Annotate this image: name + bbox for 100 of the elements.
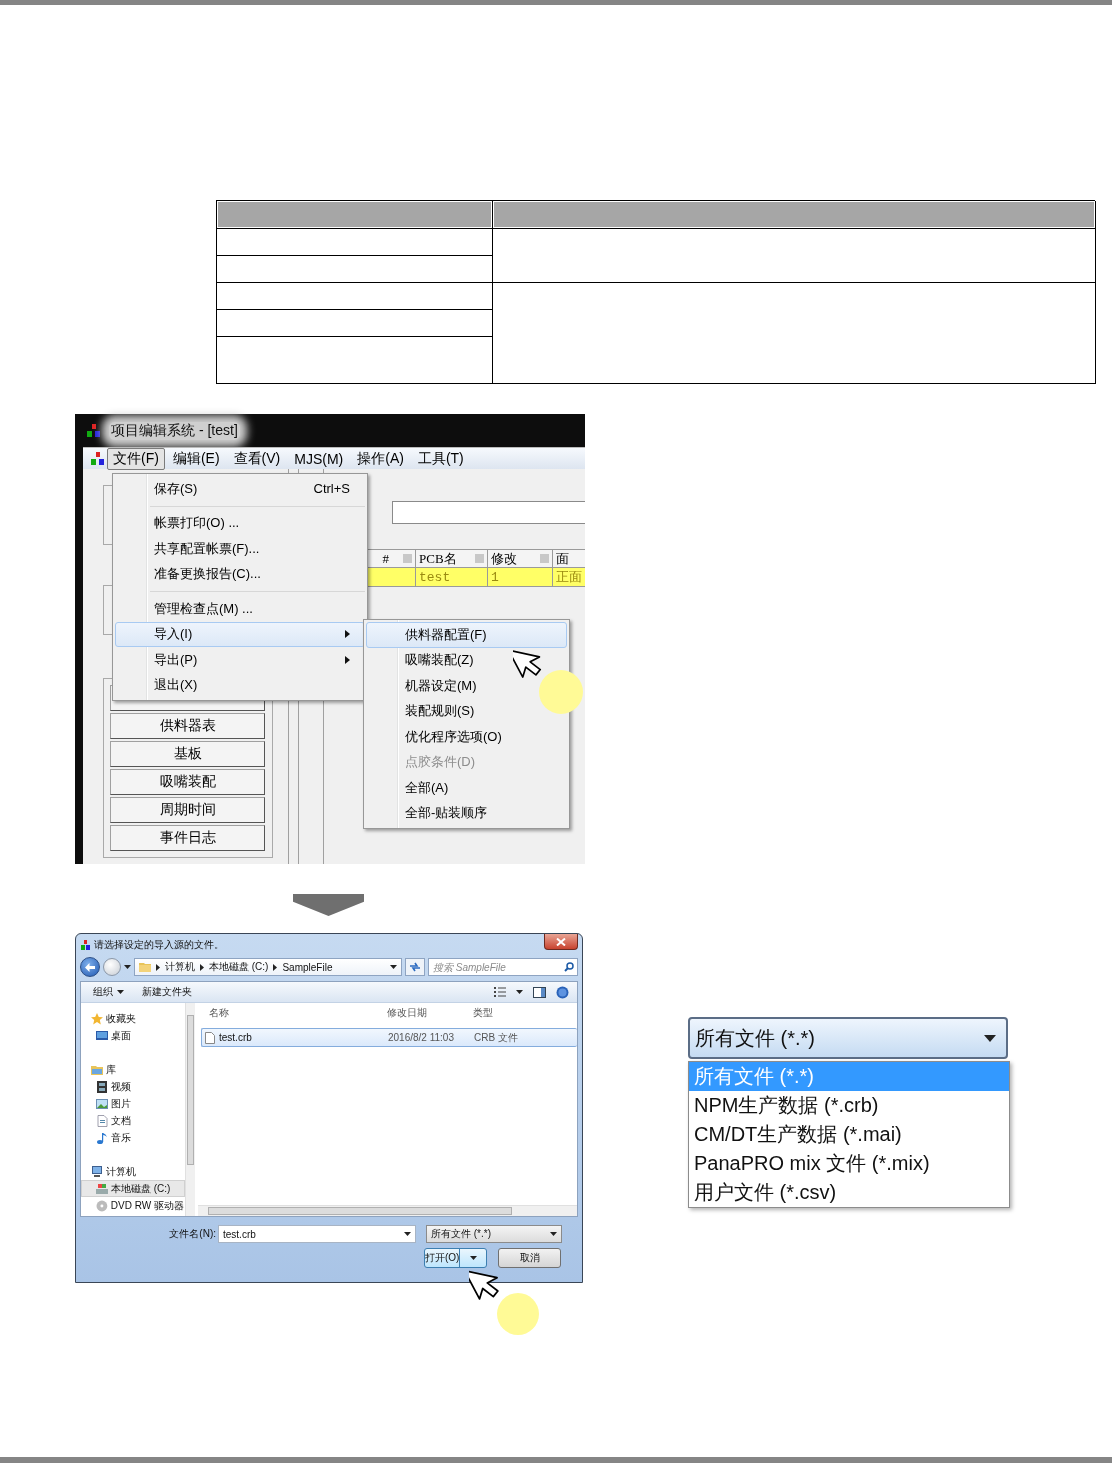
input-field[interactable] xyxy=(392,501,585,524)
breadcrumb-item[interactable]: 计算机 xyxy=(165,960,195,974)
table-cell: CRB 文件 xyxy=(474,1030,518,1045)
menu-item[interactable]: 导入(I) xyxy=(115,621,365,647)
menu-bar-item[interactable]: 文件(F) xyxy=(107,447,165,470)
menu-bar-item[interactable]: MJS(M) xyxy=(288,448,350,469)
nav-item[interactable]: 音乐 xyxy=(81,1129,185,1146)
toolbar-button[interactable]: 新建文件夹 xyxy=(138,984,196,1000)
side-button[interactable]: 周期时间 xyxy=(110,797,265,823)
refresh-button[interactable] xyxy=(405,958,425,976)
app-icon xyxy=(91,451,105,466)
column-header[interactable]: 修改日期 xyxy=(387,1006,473,1020)
address-bar[interactable]: 计算机 本地磁盘 (C:) SampleFile xyxy=(134,958,402,976)
file-icon xyxy=(205,1031,215,1044)
close-button[interactable] xyxy=(544,934,578,950)
toolbar-button[interactable]: 组织 xyxy=(89,984,128,1000)
menu-item[interactable]: 保存(S) Ctrl+S xyxy=(115,476,365,502)
help-icon xyxy=(556,985,569,999)
dropdown-option[interactable]: 用户文件 (*.csv) xyxy=(689,1178,1009,1207)
side-button[interactable]: 基板 xyxy=(110,741,265,767)
nav-header[interactable]: 收藏夹 xyxy=(81,1010,185,1027)
column-header[interactable]: 类型 xyxy=(473,1006,563,1020)
dropdown-option[interactable]: CM/DT生产数据 (*.mai) xyxy=(689,1120,1009,1149)
square-icon xyxy=(403,554,412,563)
file-row[interactable]: test.crb 2016/8/2 11:03 CRB 文件 xyxy=(201,1028,577,1047)
breadcrumb-item[interactable]: SampleFile xyxy=(282,961,333,973)
table-cell: 1 xyxy=(488,568,553,587)
menu-item[interactable]: 管理检查点(M) ... xyxy=(115,596,365,622)
filter-dropdown[interactable]: 所有文件 (*.*) xyxy=(426,1225,562,1243)
nav-header[interactable]: 库 xyxy=(81,1061,185,1078)
side-button[interactable]: 供料器表 xyxy=(110,713,265,739)
column-header[interactable]: 面 xyxy=(553,549,585,568)
menu-bar-item[interactable]: 编辑(E) xyxy=(166,447,226,470)
dropdown-option[interactable]: PanaPRO mix 文件 (*.mix) xyxy=(689,1149,1009,1178)
dialog-title: 请选择设定的导入源的文件。 xyxy=(94,937,224,952)
menu-item[interactable]: 供料器配置(F) xyxy=(366,622,567,648)
disc-icon xyxy=(96,1199,108,1212)
search-field[interactable]: 搜索 SampleFile xyxy=(428,958,578,976)
nav-item[interactable]: DVD RW 驱动器 xyxy=(81,1197,185,1214)
file-name-field[interactable]: test.crb xyxy=(218,1225,416,1243)
nav-item[interactable]: 视频 xyxy=(81,1078,185,1095)
table-cell: 2016/8/2 11:03 xyxy=(388,1032,454,1043)
folder-icon xyxy=(139,961,151,973)
close-icon xyxy=(556,937,566,946)
nav-item[interactable]: 本地磁盘 (C:) xyxy=(81,1180,185,1197)
desktop-icon xyxy=(96,1029,108,1042)
music-note-icon xyxy=(96,1131,108,1144)
menu-bar-item[interactable]: 查看(V) xyxy=(227,447,287,470)
submenu-arrow-icon xyxy=(345,655,350,664)
nav-header[interactable]: 计算机 xyxy=(81,1163,185,1180)
callout-marker xyxy=(497,1293,539,1335)
star-icon xyxy=(91,1012,103,1025)
field-label: 文件名(N): xyxy=(168,1227,217,1241)
app-icon xyxy=(87,423,101,438)
side-button[interactable]: 事件日志 xyxy=(110,825,265,851)
nav-item[interactable]: 桌面 xyxy=(81,1027,185,1044)
chevron-icon xyxy=(156,963,160,971)
nav-item[interactable]: 文档 xyxy=(81,1112,185,1129)
caret-icon xyxy=(404,1232,411,1236)
menu-item[interactable]: 吸嘴装配(Z) xyxy=(366,647,567,673)
list-view-icon xyxy=(494,987,506,997)
back-button[interactable] xyxy=(80,957,100,977)
nav-item[interactable]: 图片 xyxy=(81,1095,185,1112)
chevron-icon xyxy=(200,963,204,971)
menu-item[interactable]: 导出(P) xyxy=(115,647,365,673)
side-button[interactable]: 吸嘴装配 xyxy=(110,769,265,795)
app-icon xyxy=(81,939,90,950)
table-cell: 正面 xyxy=(553,568,585,587)
square-icon xyxy=(475,554,484,563)
menu-item[interactable]: 优化程序选项(O) xyxy=(366,724,567,750)
table-cell: test xyxy=(416,568,488,587)
scrollbar[interactable] xyxy=(198,1205,577,1216)
square-icon xyxy=(540,554,549,563)
scrollbar[interactable] xyxy=(185,1003,195,1216)
drive-icon xyxy=(96,1182,108,1195)
refresh-icon xyxy=(409,962,421,972)
dropdown-option[interactable]: NPM生产数据 (*.crb) xyxy=(689,1091,1009,1120)
window-title: 项目编辑系统 - [test] xyxy=(109,421,240,440)
column-header[interactable]: 名称 xyxy=(195,1006,387,1020)
menu-item[interactable]: 全部-贴装顺序 xyxy=(366,800,567,826)
caret-icon xyxy=(984,1034,996,1042)
menu-bar-item[interactable]: 操作(A) xyxy=(351,447,410,470)
document-icon xyxy=(96,1114,108,1127)
back-arrow-icon xyxy=(85,962,95,972)
preview-pane-icon xyxy=(533,986,546,998)
filter-dropdown[interactable]: 所有文件 (*.*) xyxy=(688,1017,1008,1059)
breadcrumb-item[interactable]: 本地磁盘 (C:) xyxy=(209,960,269,974)
menu-bar-item[interactable]: 工具(T) xyxy=(411,447,470,470)
column-header[interactable]: 修改 xyxy=(488,549,553,568)
cancel-button[interactable]: 取消 xyxy=(498,1248,561,1268)
film-icon xyxy=(96,1080,108,1093)
menu-item[interactable]: 全部(A) xyxy=(366,775,567,801)
caret-icon xyxy=(117,990,124,994)
menu-item[interactable]: 帐票打印(O) ... xyxy=(115,510,365,536)
picture-icon xyxy=(96,1097,108,1110)
menu-item[interactable]: 退出(X) xyxy=(115,672,365,698)
column-header[interactable]: PCB名 xyxy=(416,549,488,568)
folder-icon xyxy=(91,1063,103,1076)
caret-icon xyxy=(390,965,397,969)
open-button[interactable]: 打开(O) xyxy=(424,1248,487,1268)
